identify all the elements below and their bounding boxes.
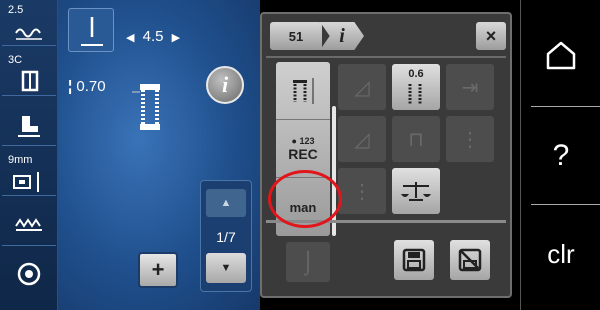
needle-position-button[interactable]	[68, 8, 114, 52]
presser-foot-icon	[21, 70, 39, 92]
rec-label: REC	[288, 145, 318, 162]
info-button[interactable]: i	[206, 66, 244, 104]
main-stitch-area: ◀ 4.5 ▶ ¦ 0.70 i ▲ 1/7 ▼ +	[58, 0, 260, 310]
grid-cell-7: ⋮	[338, 168, 386, 214]
tab-stitch-number[interactable]: 51	[270, 22, 322, 50]
bartack-icon: ⋮	[460, 128, 480, 151]
panel-divider	[266, 56, 506, 58]
needle-icon	[81, 17, 103, 46]
page-indicator: 1/7	[216, 229, 236, 245]
needle-plate-label: 9mm	[8, 154, 33, 166]
grid-cell-1: ◿	[338, 64, 386, 110]
grid-cell-5: ⊓	[392, 116, 440, 162]
home-button[interactable]	[521, 5, 600, 105]
tab-info[interactable]: i	[320, 22, 364, 50]
chevron-right-icon[interactable]: ▶	[172, 32, 180, 44]
stitch-density-icon	[408, 84, 422, 104]
feed-dog-button[interactable]	[2, 202, 56, 246]
delete-memory-icon	[458, 248, 482, 272]
arrow-right-icon: ⇥	[461, 76, 479, 99]
chevron-down-icon: ▼	[220, 262, 232, 274]
grid-cell-4: ◿	[338, 116, 386, 162]
left-sidebar: 2.5 3C 9mm	[0, 0, 58, 310]
presser-foot-pressure-icon	[18, 116, 40, 137]
save-button[interactable]	[394, 240, 434, 280]
hook-button: ⌡	[286, 242, 330, 282]
balance-button[interactable]	[392, 168, 440, 214]
bartack-icon: ⋮	[352, 180, 372, 203]
bobbin-button[interactable]	[2, 252, 56, 296]
thread-tension-control[interactable]: ¦ 0.70	[68, 78, 106, 95]
stitch-length-cell[interactable]: 0.6	[392, 64, 440, 110]
home-icon	[546, 41, 576, 70]
stitch-length-button[interactable]: 2.5	[2, 2, 56, 46]
scroll-up-button[interactable]: ▲	[206, 189, 246, 217]
needle-plate-icon	[13, 172, 39, 192]
add-button[interactable]: +	[138, 252, 178, 288]
buttonhole-stitch-preview	[132, 84, 160, 130]
grid-cell-3: ⇥	[446, 64, 494, 110]
chevron-left-icon[interactable]: ◀	[126, 32, 134, 44]
close-button[interactable]: ×	[476, 22, 506, 50]
tension-icon: ¦	[68, 78, 73, 95]
save-icon	[402, 248, 426, 272]
thread-tension-value: 0.70	[76, 78, 106, 95]
slope-icon: ◿	[354, 128, 370, 151]
slope-icon: ◿	[354, 76, 370, 99]
bobbin-icon	[17, 262, 41, 286]
man-highlight-circle	[268, 170, 342, 228]
stitch-length-label: 2.5	[8, 4, 24, 16]
presser-foot-button[interactable]: 3C	[2, 52, 56, 96]
buttonhole-length-mode-button[interactable]	[276, 62, 330, 120]
chevron-up-icon: ▲	[220, 197, 232, 209]
help-button[interactable]: ?	[521, 106, 600, 206]
right-sidebar: ? clr	[520, 0, 600, 310]
stitch-length-icon	[15, 28, 42, 40]
presser-foot-label: 3C	[8, 54, 23, 66]
hook-icon: ⌡	[301, 249, 315, 274]
buttonhole-stitch-icon	[293, 77, 314, 104]
presser-foot-pressure-button[interactable]	[2, 102, 56, 146]
grid-cell-6: ⋮	[446, 116, 494, 162]
needle-plate-button[interactable]: 9mm	[2, 152, 56, 196]
bracket-icon: ⊓	[408, 128, 424, 151]
feed-dog-icon	[15, 218, 42, 231]
scroll-down-button[interactable]: ▼	[206, 253, 246, 283]
delete-memory-button[interactable]	[450, 240, 490, 280]
balance-icon	[401, 182, 431, 201]
clr-button[interactable]: clr	[521, 204, 600, 304]
stitch-width-control[interactable]: ◀ 4.5 ▶	[126, 28, 180, 45]
rec-counter: ● 123	[291, 135, 315, 146]
stitch-page-scroller: ▲ 1/7 ▼	[200, 180, 252, 292]
stitch-length-value: 0.6	[408, 68, 424, 80]
stitch-width-value: 4.5	[142, 28, 164, 45]
buttonhole-panel: 51 i × ● 123 REC man ◿ 0.6 ⇥ ◿ ⊓ ⋮ ⋮ ⌡	[260, 12, 512, 298]
